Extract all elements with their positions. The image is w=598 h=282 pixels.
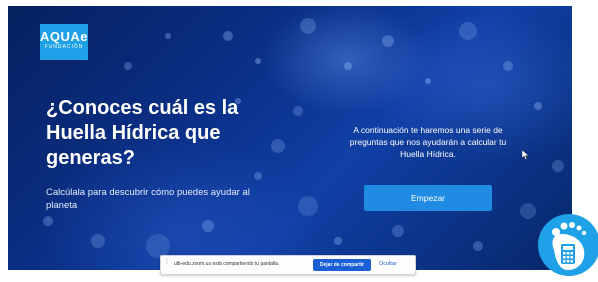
share-message: ulb-edu.zoom.us está compartiendo tu pan…	[174, 261, 280, 267]
stop-sharing-button[interactable]: Dejar de compartir	[313, 259, 371, 271]
hero-subtext: Calcúlala para descubrir cómo puedes ayu…	[46, 187, 250, 211]
logo-title: AQUAe	[40, 29, 89, 44]
intro-text: A continuación te haremos una serie de p…	[349, 125, 507, 159]
start-button[interactable]: Empezar	[364, 185, 492, 211]
logo-subtitle: FUNDACIÓN	[44, 44, 84, 50]
mouse-pointer-icon	[522, 150, 530, 160]
page-headline: ¿Conoces cuál es la Huella Hídrica que g…	[46, 97, 239, 169]
hide-link[interactable]: Ocultar	[379, 261, 397, 267]
hero-section: AQUAe FUNDACIÓN ¿Conoces cuál es la Huel…	[8, 6, 572, 270]
screen-share-bar: ⁞ ulb-edu.zoom.us está compartiendo tu p…	[160, 255, 416, 275]
footprint-calculator-icon	[552, 222, 587, 270]
footprint-calculator-badge[interactable]	[538, 214, 598, 276]
aquae-logo: AQUAe FUNDACIÓN	[40, 24, 88, 60]
drag-grip-icon[interactable]: ⁞	[166, 259, 168, 266]
